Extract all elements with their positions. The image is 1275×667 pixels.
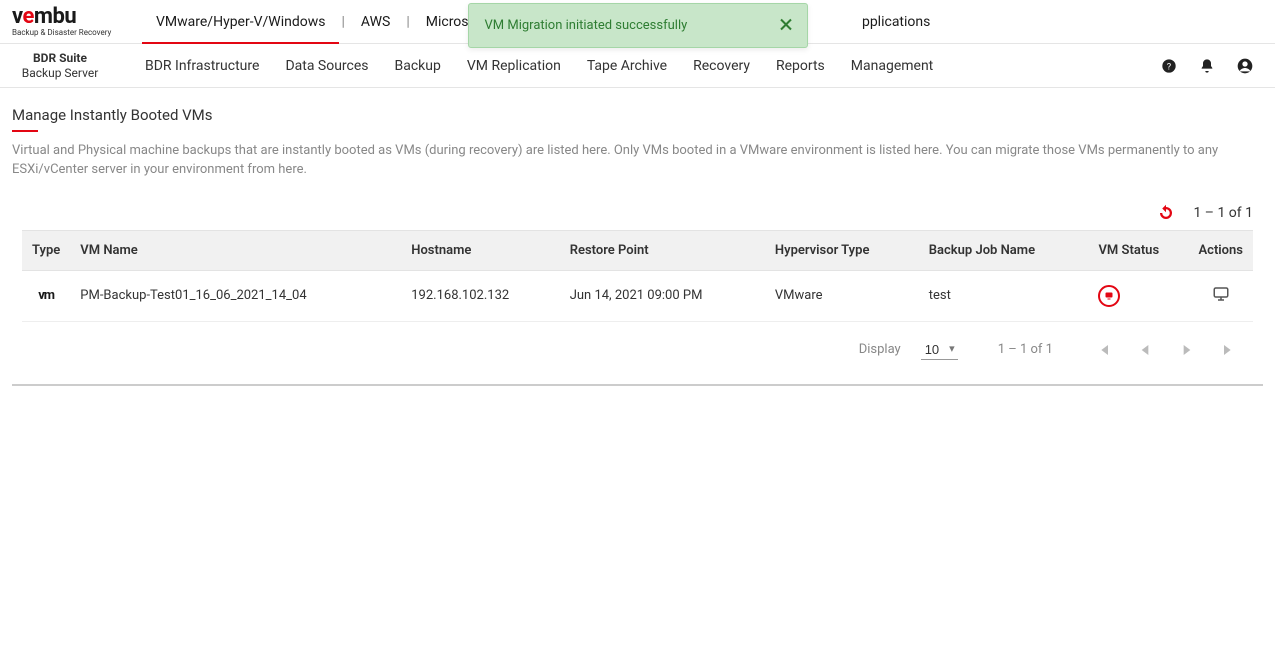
title-underline xyxy=(12,130,38,132)
help-icon[interactable]: ? xyxy=(1161,58,1177,74)
nav-separator: | xyxy=(339,14,346,30)
cell-hypervisor-type: VMware xyxy=(765,270,919,321)
subnav-recovery[interactable]: Recovery xyxy=(680,58,763,74)
refresh-icon[interactable] xyxy=(1157,204,1175,222)
table-header-row: Type VM Name Hostname Restore Point Hype… xyxy=(22,230,1253,270)
status-badge-icon[interactable] xyxy=(1098,285,1120,307)
nav-separator: | xyxy=(404,14,411,30)
top-right-icons: ? xyxy=(1161,44,1275,87)
toast-message: VM Migration initiated successfully xyxy=(485,18,688,33)
cell-vm-status xyxy=(1088,270,1188,321)
subnav-bdr-infrastructure[interactable]: BDR Infrastructure xyxy=(132,58,272,74)
pager: Display 10 1 – 1 of 1 xyxy=(12,326,1263,386)
page-first-icon[interactable] xyxy=(1093,340,1113,360)
context-line2: Backup Server xyxy=(22,66,99,80)
cell-actions xyxy=(1188,270,1253,321)
close-icon[interactable] xyxy=(779,15,793,36)
context-line1: BDR Suite xyxy=(33,51,87,65)
th-type[interactable]: Type xyxy=(22,230,70,270)
vmware-type-icon: vm xyxy=(38,288,54,303)
th-hypervisor-type[interactable]: Hypervisor Type xyxy=(765,230,919,270)
logo-subtext: Backup & Disaster Recovery xyxy=(12,29,122,37)
th-backup-job-name[interactable]: Backup Job Name xyxy=(919,230,1089,270)
display-select-wrap: 10 xyxy=(921,340,958,360)
page-next-icon[interactable] xyxy=(1177,340,1197,360)
th-restore-point[interactable]: Restore Point xyxy=(560,230,765,270)
pager-range: 1 – 1 of 1 xyxy=(998,342,1053,357)
topnav-aws[interactable]: AWS xyxy=(347,0,404,43)
table-toolbar: 1 – 1 of 1 xyxy=(12,204,1263,222)
monitor-icon[interactable] xyxy=(1212,285,1230,303)
cell-hostname: 192.168.102.132 xyxy=(401,270,559,321)
subnav-data-sources[interactable]: Data Sources xyxy=(272,58,381,74)
page-content: Manage Instantly Booted VMs Virtual and … xyxy=(0,88,1275,386)
th-vm-status[interactable]: VM Status xyxy=(1088,230,1188,270)
page-nav-icons xyxy=(1093,340,1239,360)
user-icon[interactable] xyxy=(1237,58,1253,74)
subnav-vm-replication[interactable]: VM Replication xyxy=(454,58,574,74)
toast-success: VM Migration initiated successfully xyxy=(468,3,808,48)
context-brand: BDR Suite Backup Server xyxy=(0,44,120,87)
th-hostname[interactable]: Hostname xyxy=(401,230,559,270)
cell-type: vm xyxy=(22,270,70,321)
sub-nav: BDR Infrastructure Data Sources Backup V… xyxy=(120,44,1161,87)
sub-bar: BDR Suite Backup Server BDR Infrastructu… xyxy=(0,44,1275,88)
subnav-tape-archive[interactable]: Tape Archive xyxy=(574,58,680,74)
cell-backup-job-name: test xyxy=(919,270,1089,321)
table-row: vm PM-Backup-Test01_16_06_2021_14_04 192… xyxy=(22,270,1253,321)
page-description: Virtual and Physical machine backups tha… xyxy=(12,142,1252,180)
subnav-reports[interactable]: Reports xyxy=(763,58,838,74)
cell-vm-name: PM-Backup-Test01_16_06_2021_14_04 xyxy=(70,270,401,321)
range-top: 1 – 1 of 1 xyxy=(1193,205,1253,221)
vm-table: Type VM Name Hostname Restore Point Hype… xyxy=(22,230,1253,322)
page-title: Manage Instantly Booted VMs xyxy=(12,106,1263,124)
cell-restore-point: Jun 14, 2021 09:00 PM xyxy=(560,270,765,321)
logo[interactable]: vembu Backup & Disaster Recovery xyxy=(12,6,122,37)
th-vm-name[interactable]: VM Name xyxy=(70,230,401,270)
topnav-applications[interactable]: pplications xyxy=(848,0,944,43)
topnav-vmware[interactable]: VMware/Hyper-V/Windows xyxy=(142,0,339,43)
subnav-backup[interactable]: Backup xyxy=(382,58,454,74)
page-prev-icon[interactable] xyxy=(1135,340,1155,360)
bell-icon[interactable] xyxy=(1199,58,1215,74)
th-actions[interactable]: Actions xyxy=(1188,230,1253,270)
page-last-icon[interactable] xyxy=(1219,340,1239,360)
subnav-management[interactable]: Management xyxy=(838,58,946,74)
display-label: Display xyxy=(859,342,901,357)
display-select[interactable]: 10 xyxy=(921,340,958,360)
logo-text: vembu xyxy=(12,6,122,28)
svg-text:?: ? xyxy=(1167,61,1172,72)
